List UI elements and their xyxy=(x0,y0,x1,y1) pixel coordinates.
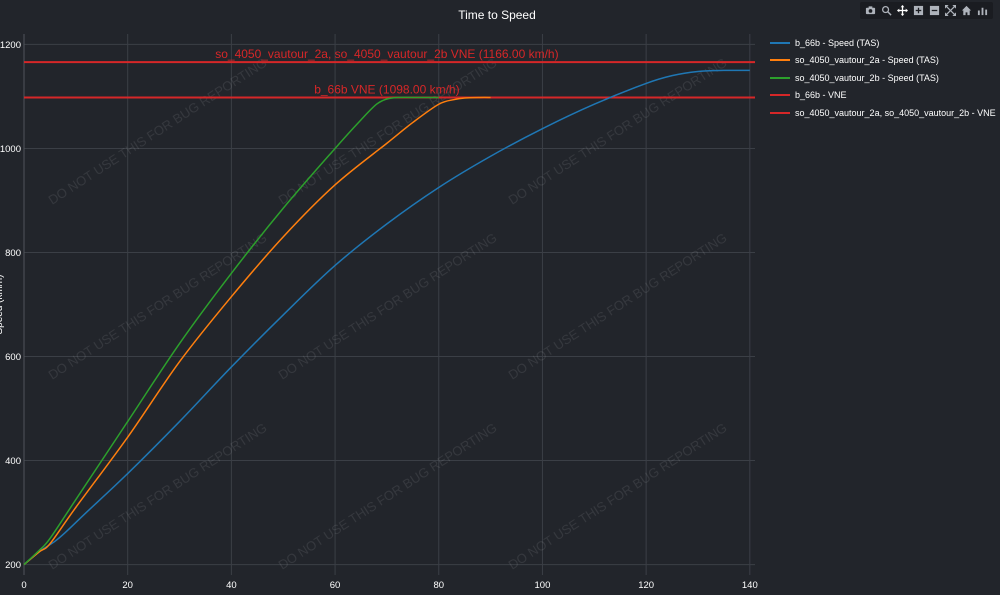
autoscale-icon[interactable] xyxy=(944,4,957,17)
legend-item[interactable]: b_66b - Speed (TAS) xyxy=(770,34,998,52)
y-tick-label: 600 xyxy=(5,352,21,363)
legend: b_66b - Speed (TAS) so_4050_vautour_2a - … xyxy=(770,34,998,122)
zoom-out-icon[interactable] xyxy=(928,4,941,17)
camera-icon[interactable] xyxy=(864,4,877,17)
legend-label: b_66b - Speed (TAS) xyxy=(795,37,880,48)
legend-swatch xyxy=(770,76,790,79)
x-tick-label: 120 xyxy=(638,580,654,591)
legend-item[interactable]: so_4050_vautour_2a - Speed (TAS) xyxy=(770,52,998,70)
legend-swatch xyxy=(770,41,790,44)
y-tick-label: 400 xyxy=(5,456,21,467)
x-tick-label: 100 xyxy=(535,580,551,591)
legend-label: so_4050_vautour_2a, so_4050_vautour_2b -… xyxy=(795,107,996,118)
legend-label: so_4050_vautour_2a - Speed (TAS) xyxy=(795,55,939,66)
legend-swatch xyxy=(770,59,790,62)
y-tick-label: 800 xyxy=(5,248,21,259)
zoom-icon[interactable] xyxy=(880,4,893,17)
x-tick-label: 80 xyxy=(433,580,444,591)
legend-item[interactable]: b_66b - VNE xyxy=(770,87,998,105)
x-tick-label: 60 xyxy=(330,580,341,591)
legend-swatch xyxy=(770,111,790,114)
y-tick-label: 1000 xyxy=(0,144,21,155)
x-tick-label: 140 xyxy=(742,580,758,591)
y-axis-label: Speed (km/h) xyxy=(0,274,5,334)
x-tick-label: 0 xyxy=(21,580,26,591)
modebar xyxy=(860,2,993,19)
reference-line-label: b_66b VNE (1098.00 km/h) xyxy=(314,82,459,96)
chart-title: Time to Speed xyxy=(458,8,536,22)
legend-label: b_66b - VNE xyxy=(795,90,847,101)
plotly-logo-icon[interactable] xyxy=(976,4,989,17)
legend-item[interactable]: so_4050_vautour_2b - Speed (TAS) xyxy=(770,69,998,87)
zoom-in-icon[interactable] xyxy=(912,4,925,17)
pan-icon[interactable] xyxy=(896,4,909,17)
y-tick-label: 1200 xyxy=(0,40,21,51)
home-icon[interactable] xyxy=(960,4,973,17)
legend-item[interactable]: so_4050_vautour_2a, so_4050_vautour_2b -… xyxy=(770,104,998,122)
x-tick-label: 20 xyxy=(122,580,133,591)
x-tick-label: 40 xyxy=(226,580,237,591)
legend-swatch xyxy=(770,94,790,97)
legend-label: so_4050_vautour_2b - Speed (TAS) xyxy=(795,72,939,83)
y-tick-label: 200 xyxy=(5,560,21,571)
reference-line-label: so_4050_vautour_2a, so_4050_vautour_2b V… xyxy=(215,47,558,61)
